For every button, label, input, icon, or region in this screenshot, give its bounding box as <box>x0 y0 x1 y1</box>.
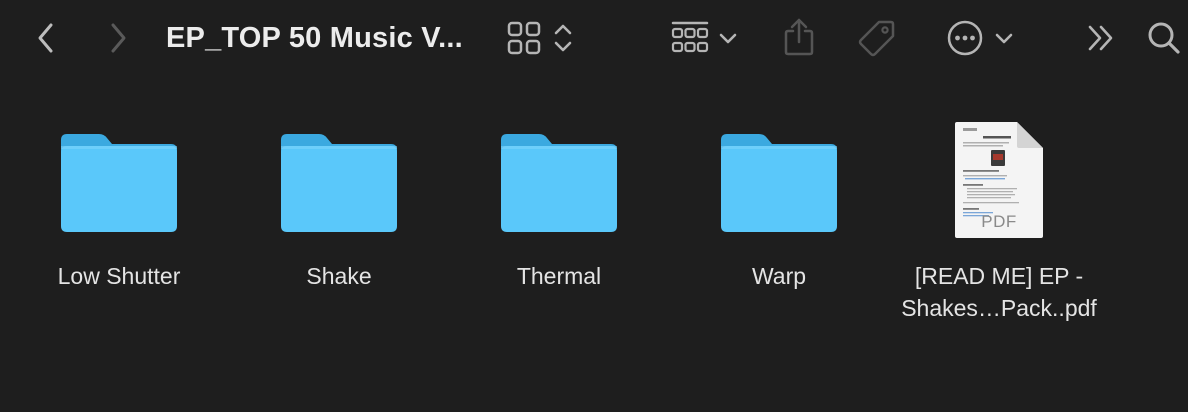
group-by-button[interactable] <box>666 16 742 60</box>
folder-thumbnail <box>9 110 229 250</box>
file-name: Warp <box>751 263 807 289</box>
folder-thumbnail <box>669 110 889 250</box>
search-button[interactable] <box>1144 18 1184 58</box>
share-icon <box>784 18 814 56</box>
group-by-icon <box>671 21 709 53</box>
chevron-down-icon <box>995 33 1013 44</box>
finder-toolbar: EP_TOP 50 Music V... <box>0 0 1188 76</box>
file-name: Thermal <box>516 263 602 289</box>
folder-icon <box>61 134 177 232</box>
pdf-file-item[interactable]: PDF [READ ME] EP - Shakes…Pack..pdf <box>889 110 1109 340</box>
toolbar-overflow-button[interactable] <box>1084 20 1118 56</box>
more-actions-icon <box>947 20 983 56</box>
chevron-right-icon <box>111 23 126 53</box>
chevron-down-icon <box>719 33 737 44</box>
folder-icon <box>721 134 837 232</box>
back-button[interactable] <box>30 20 62 56</box>
grid-view-icon <box>507 21 541 55</box>
folder-item[interactable]: Low Shutter <box>9 110 229 340</box>
window-title: EP_TOP 50 Music V... <box>166 22 463 54</box>
pdf-type-badge: PDF <box>981 212 1017 231</box>
folder-icon <box>281 134 397 232</box>
tag-button[interactable] <box>856 16 898 60</box>
folder-item[interactable]: Thermal <box>449 110 669 340</box>
file-name: Low Shutter <box>57 263 181 289</box>
file-grid: Low Shutter Shake Thermal Warp PDF [READ… <box>0 110 1188 410</box>
share-button[interactable] <box>780 14 818 60</box>
up-down-chevron-icon <box>554 24 572 52</box>
folder-thumbnail <box>229 110 449 250</box>
folder-thumbnail <box>449 110 669 250</box>
folder-item[interactable]: Shake <box>229 110 449 340</box>
folder-item[interactable]: Warp <box>669 110 889 340</box>
tag-icon <box>858 20 895 57</box>
pdf-thumbnail: PDF <box>889 110 1109 250</box>
file-name: [READ ME] EP - Shakes…Pack..pdf <box>901 263 1097 321</box>
search-icon <box>1148 22 1180 54</box>
chevron-left-icon <box>38 23 53 53</box>
file-name: Shake <box>306 263 372 289</box>
forward-button[interactable] <box>102 20 134 56</box>
view-mode-button[interactable] <box>502 16 578 60</box>
double-chevron-right-icon <box>1088 25 1113 51</box>
folder-icon <box>501 134 617 232</box>
more-actions-button[interactable] <box>942 16 1018 60</box>
